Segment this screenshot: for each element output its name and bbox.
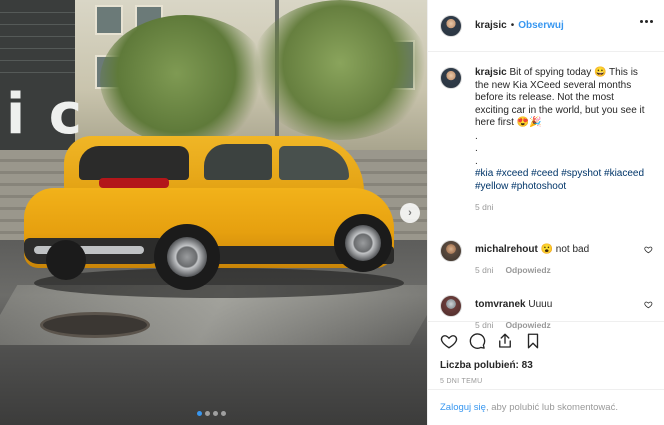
author-avatar[interactable] xyxy=(440,67,462,89)
login-link[interactable]: Zaloguj się xyxy=(440,402,486,413)
commenter-avatar[interactable] xyxy=(440,294,462,317)
hashtag-link[interactable]: #ceed xyxy=(531,168,558,179)
comment-meta: 5 dni Odpowiedz xyxy=(475,264,644,277)
post-header: krajsic • Obserwuj xyxy=(428,0,664,52)
tree xyxy=(100,15,270,145)
heart-icon[interactable] xyxy=(644,245,653,254)
hashtag-link[interactable]: #photoshoot xyxy=(511,181,566,192)
like-heart-icon[interactable] xyxy=(440,332,458,350)
reply-button[interactable]: Odpowiedz xyxy=(505,264,550,277)
bookmark-icon[interactable] xyxy=(524,332,542,350)
share-icon[interactable] xyxy=(496,332,514,350)
commenter-avatar[interactable] xyxy=(440,239,462,262)
heart-icon[interactable] xyxy=(644,300,653,309)
hashtag-link[interactable]: #kia xyxy=(475,168,493,179)
carousel-dot xyxy=(213,411,218,416)
login-prompt: Zaloguj się, aby polubić lub skomentować… xyxy=(428,389,664,425)
login-prompt-text: , aby polubić lub skomentować. xyxy=(485,402,618,413)
comment-text: Uuuu xyxy=(528,298,553,310)
action-icons xyxy=(440,330,653,352)
carousel-dot xyxy=(221,411,226,416)
comments-section: krajsic Bit of spying today 😀 This is th… xyxy=(428,53,664,330)
post-date[interactable]: 5 DNI TEMU xyxy=(440,378,653,385)
comment-username[interactable]: michalrehout xyxy=(475,244,538,255)
yellow-car xyxy=(24,128,404,298)
post-side-panel: krajsic • Obserwuj krajsic Bit of spying… xyxy=(427,0,664,425)
rear-wheel xyxy=(154,224,220,290)
comment-time[interactable]: 5 dni xyxy=(475,264,493,277)
hashtag-link[interactable]: #spyshot xyxy=(561,168,601,179)
carousel-dot xyxy=(197,411,202,416)
likes-count[interactable]: Liczba polubień: 83 xyxy=(440,360,653,371)
caption-username[interactable]: krajsic xyxy=(475,67,507,78)
caption-dot: . xyxy=(475,155,478,167)
carousel-dot xyxy=(205,411,210,416)
follow-button[interactable]: Obserwuj xyxy=(518,20,564,31)
tail-light xyxy=(99,178,169,188)
carousel-next-button[interactable]: › xyxy=(400,203,420,223)
comment: michalrehout 😮 not bad 5 dni Odpowiedz xyxy=(440,239,653,277)
author-avatar[interactable] xyxy=(440,14,462,37)
comment-text: 😮 not bad xyxy=(540,243,590,255)
header-separator: • xyxy=(510,20,515,31)
front-wheel xyxy=(334,214,392,272)
post-photo[interactable]: i c › xyxy=(0,0,427,425)
more-options-icon[interactable] xyxy=(640,20,653,23)
likes-number: 83 xyxy=(521,360,533,371)
caption-meta: 5 dni xyxy=(475,201,650,214)
caption-time[interactable]: 5 dni xyxy=(475,201,493,214)
manhole-cover xyxy=(40,312,150,338)
caption-dot: . xyxy=(475,130,478,142)
comment-username[interactable]: tomvranek xyxy=(475,299,526,310)
caption: krajsic Bit of spying today 😀 This is th… xyxy=(440,67,653,214)
author-username[interactable]: krajsic xyxy=(475,20,507,31)
hashtag-link[interactable]: #xceed xyxy=(496,168,528,179)
hashtag-link[interactable]: #yellow xyxy=(475,181,508,192)
comment-bubble-icon[interactable] xyxy=(468,332,486,350)
likes-label: Liczba polubień: xyxy=(440,360,519,371)
hashtag-link[interactable]: #kiaceed xyxy=(604,168,644,179)
carousel-dots xyxy=(197,411,226,416)
tree xyxy=(250,0,427,140)
post-actions: Liczba polubień: 83 5 DNI TEMU xyxy=(428,321,664,385)
caption-dot: . xyxy=(475,143,478,154)
hashtags: #kia #xceed #ceed #spyshot #kiaceed #yel… xyxy=(475,168,650,193)
